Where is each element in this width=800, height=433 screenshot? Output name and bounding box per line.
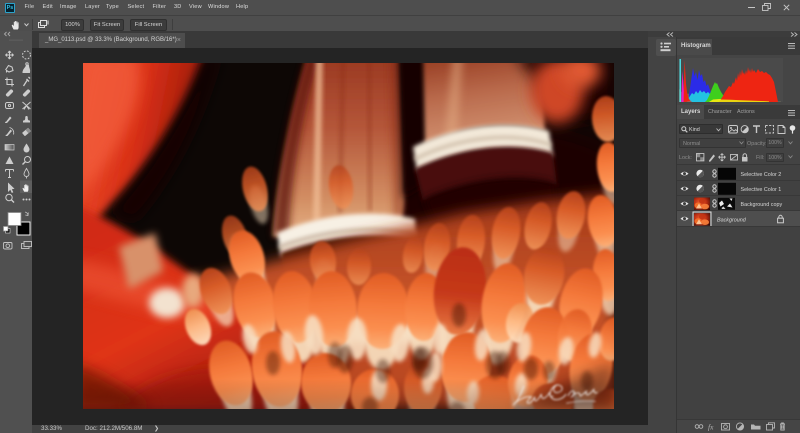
svg-text:Selective Color 1: Selective Color 1 <box>741 187 782 193</box>
svg-text:Background copy: Background copy <box>741 202 783 208</box>
svg-text:Background: Background <box>717 217 747 223</box>
svg-text:fx: fx <box>708 422 714 431</box>
svg-text:Selective Color 2: Selective Color 2 <box>741 172 782 178</box>
